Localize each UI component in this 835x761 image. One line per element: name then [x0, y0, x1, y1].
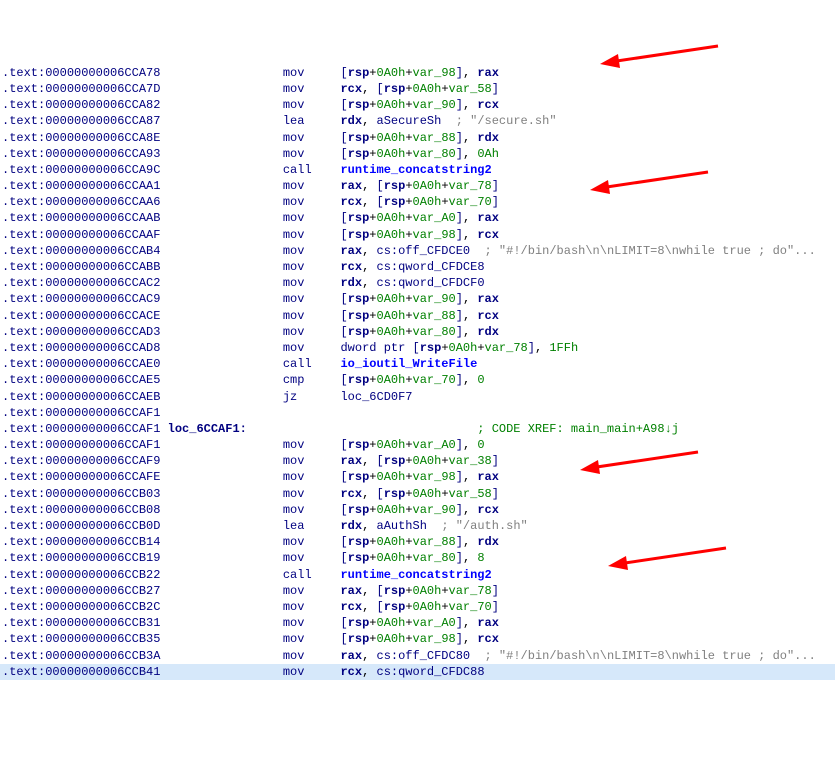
asm-line[interactable]: .text:00000000006CCA9C call runtime_conc…: [0, 162, 835, 178]
asm-line[interactable]: .text:00000000006CCB41 mov rcx, cs:qword…: [0, 664, 835, 680]
asm-line[interactable]: .text:00000000006CCA93 mov [rsp+0A0h+var…: [0, 146, 835, 162]
asm-line[interactable]: .text:00000000006CCA82 mov [rsp+0A0h+var…: [0, 97, 835, 113]
asm-line[interactable]: .text:00000000006CCACE mov [rsp+0A0h+var…: [0, 308, 835, 324]
asm-line[interactable]: .text:00000000006CCAFE mov [rsp+0A0h+var…: [0, 469, 835, 485]
asm-line[interactable]: .text:00000000006CCAF1: [0, 405, 835, 421]
asm-line[interactable]: .text:00000000006CCAD8 mov dword ptr [rs…: [0, 340, 835, 356]
asm-line[interactable]: .text:00000000006CCB08 mov [rsp+0A0h+var…: [0, 502, 835, 518]
asm-line[interactable]: .text:00000000006CCB14 mov [rsp+0A0h+var…: [0, 534, 835, 550]
asm-line[interactable]: .text:00000000006CCAA6 mov rcx, [rsp+0A0…: [0, 194, 835, 210]
asm-line[interactable]: .text:00000000006CCAE0 call io_ioutil_Wr…: [0, 356, 835, 372]
asm-line[interactable]: .text:00000000006CCB3A mov rax, cs:off_C…: [0, 648, 835, 664]
asm-line[interactable]: .text:00000000006CCAF9 mov rax, [rsp+0A0…: [0, 453, 835, 469]
asm-line[interactable]: .text:00000000006CCB27 mov rax, [rsp+0A0…: [0, 583, 835, 599]
asm-line[interactable]: .text:00000000006CCB19 mov [rsp+0A0h+var…: [0, 550, 835, 566]
asm-line[interactable]: .text:00000000006CCABB mov rcx, cs:qword…: [0, 259, 835, 275]
asm-line[interactable]: .text:00000000006CCA7D mov rcx, [rsp+0A0…: [0, 81, 835, 97]
asm-line[interactable]: .text:00000000006CCA78 mov [rsp+0A0h+var…: [0, 65, 835, 81]
asm-line[interactable]: .text:00000000006CCAE5 cmp [rsp+0A0h+var…: [0, 372, 835, 388]
asm-line[interactable]: .text:00000000006CCAAF mov [rsp+0A0h+var…: [0, 227, 835, 243]
annotation-arrow: [600, 44, 720, 66]
asm-line[interactable]: .text:00000000006CCA8E mov [rsp+0A0h+var…: [0, 130, 835, 146]
asm-line[interactable]: .text:00000000006CCAF1 mov [rsp+0A0h+var…: [0, 437, 835, 453]
asm-line[interactable]: .text:00000000006CCB03 mov rcx, [rsp+0A0…: [0, 486, 835, 502]
asm-line[interactable]: .text:00000000006CCB31 mov [rsp+0A0h+var…: [0, 615, 835, 631]
asm-line[interactable]: .text:00000000006CCAB4 mov rax, cs:off_C…: [0, 243, 835, 259]
asm-line[interactable]: .text:00000000006CCAC9 mov [rsp+0A0h+var…: [0, 291, 835, 307]
asm-line[interactable]: .text:00000000006CCAA1 mov rax, [rsp+0A0…: [0, 178, 835, 194]
asm-line[interactable]: .text:00000000006CCAF1 loc_6CCAF1: ; COD…: [0, 421, 835, 437]
asm-line[interactable]: .text:00000000006CCB22 call runtime_conc…: [0, 567, 835, 583]
disassembly-listing: .text:00000000006CCA78 mov [rsp+0A0h+var…: [0, 65, 835, 680]
asm-line[interactable]: .text:00000000006CCAEB jz loc_6CD0F7: [0, 389, 835, 405]
asm-line[interactable]: .text:00000000006CCB0D lea rdx, aAuthSh …: [0, 518, 835, 534]
asm-line[interactable]: .text:00000000006CCB35 mov [rsp+0A0h+var…: [0, 631, 835, 647]
asm-line[interactable]: .text:00000000006CCB2C mov rcx, [rsp+0A0…: [0, 599, 835, 615]
asm-line[interactable]: .text:00000000006CCAC2 mov rdx, cs:qword…: [0, 275, 835, 291]
asm-line[interactable]: .text:00000000006CCAD3 mov [rsp+0A0h+var…: [0, 324, 835, 340]
asm-line[interactable]: .text:00000000006CCAAB mov [rsp+0A0h+var…: [0, 210, 835, 226]
asm-line[interactable]: .text:00000000006CCA87 lea rdx, aSecureS…: [0, 113, 835, 129]
